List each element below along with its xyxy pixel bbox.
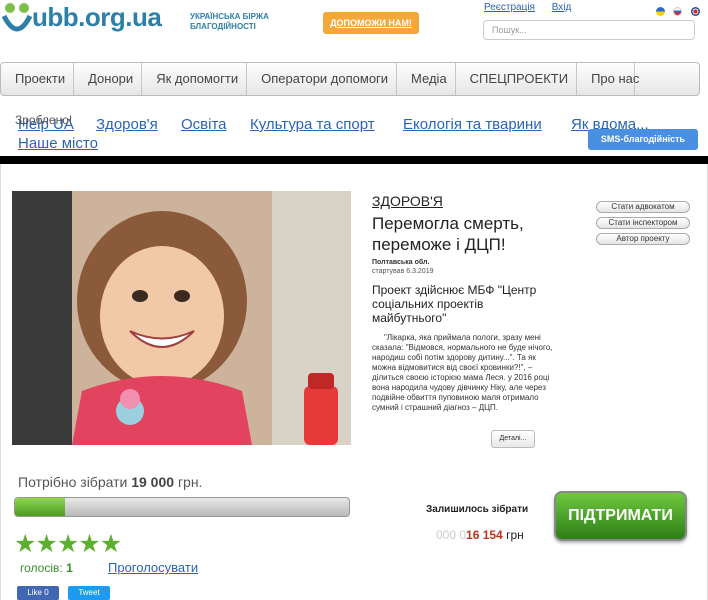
tweet-button[interactable]: Tweet [68,586,110,600]
tweet-label: Tweet [78,588,100,597]
become-inspector-button[interactable]: Стати інспектором [596,217,690,229]
help-us-button[interactable]: ДОПОМОЖИ НАМ! [323,12,419,34]
vote-link[interactable]: Проголосувати [108,560,198,575]
uk-flag-icon[interactable] [690,7,700,16]
logo-mark-icon [1,3,33,32]
votes-number: 1 [66,561,73,575]
category-health[interactable]: Здоров'я [96,116,158,133]
project-photo[interactable] [12,191,351,445]
register-link[interactable]: Реєстрація [484,2,535,13]
votes-count: голосів: 1 [20,561,73,575]
child-photo-icon [12,191,351,445]
nav-item-donors[interactable]: Донори [74,63,143,95]
logo-text: ubb.org.ua [32,2,162,32]
site-logo[interactable]: ubb.org.ua [0,0,190,44]
funding-goal-currency: грн. [177,474,203,490]
nav-item-operators[interactable]: Оператори допомоги [247,63,398,95]
project-category[interactable]: ЗДОРОВ'Я [372,193,443,209]
rating-stars[interactable]: ★★★★★ [14,529,122,559]
category-our-city[interactable]: Наше місто [18,135,98,152]
category-ecology-animals[interactable]: Екологія та тварини [403,116,542,133]
project-title[interactable]: Перемогла смерть, переможе і ДЦП! [372,213,572,255]
star-icon[interactable]: ★ [100,530,122,558]
project-description: "Лікарка, яка приймала пологи, зразу мен… [372,333,553,412]
account-links: Реєстрація Вхід [484,2,585,13]
funding-goal: Потрібно зібрати 19 000 грн. [18,474,202,490]
remaining-label: Залишилось зібрати [426,504,529,515]
category-education[interactable]: Освіта [181,116,227,133]
done-label: Зроблено! [15,113,73,127]
project-organization: Проект здійснює МБФ "Центр соціальних пр… [372,283,537,325]
votes-label: голосів: [20,561,63,575]
become-advocate-button[interactable]: Стати адвокатом [596,201,690,213]
progress-bar [14,497,350,517]
star-icon[interactable]: ★ [35,530,57,558]
star-icon[interactable]: ★ [57,530,79,558]
category-culture-sport[interactable]: Культура та спорт [250,116,375,133]
nav-item-special-projects[interactable]: СПЕЦПРОЕКТИ [456,63,578,95]
nav-item-media[interactable]: Медіа [397,63,456,95]
search-input[interactable]: Пошук... [483,20,695,40]
remaining-leading-zeros: 000 0 [436,528,467,542]
remaining-currency: грн [506,528,524,542]
project-author-button[interactable]: Автор проекту [596,233,690,245]
facebook-like-button[interactable]: Like 0 [17,586,59,600]
like-label: Like 0 [27,588,49,597]
remaining-amount: 000 016 154 грн [436,528,524,542]
remaining-value: 16 154 [466,528,503,542]
funding-goal-prefix: Потрібно зібрати [18,474,128,490]
funding-goal-amount: 19 000 [131,474,175,490]
star-icon[interactable]: ★ [78,530,100,558]
divider-bar [0,156,708,164]
nav-item-about[interactable]: Про нас [577,63,639,95]
ukraine-flag-icon[interactable] [656,7,665,16]
main-nav: Проекти Донори Як допомогти Оператори до… [0,62,700,96]
logo-subtitle: УКРАЇНСЬКА БІРЖА БЛАГОДІЙНОСТІ [190,12,269,31]
russia-flag-icon[interactable] [673,7,683,16]
progress-bar-fill [15,498,66,516]
star-icon[interactable]: ★ [14,530,36,558]
nav-item-how-to-help[interactable]: Як допомогти [142,63,248,95]
details-button[interactable]: Деталі... [491,430,535,448]
nav-item-projects[interactable]: Проекти [1,63,75,95]
support-button[interactable]: ПІДТРИМАТИ [554,491,687,541]
language-flags [652,3,700,21]
sms-charity-button[interactable]: SMS-благодійність [588,129,698,150]
project-start-date: стартував 6.3.2019 [372,268,434,275]
project-region: Полтавська обл. [372,259,430,266]
login-link[interactable]: Вхід [552,2,572,13]
